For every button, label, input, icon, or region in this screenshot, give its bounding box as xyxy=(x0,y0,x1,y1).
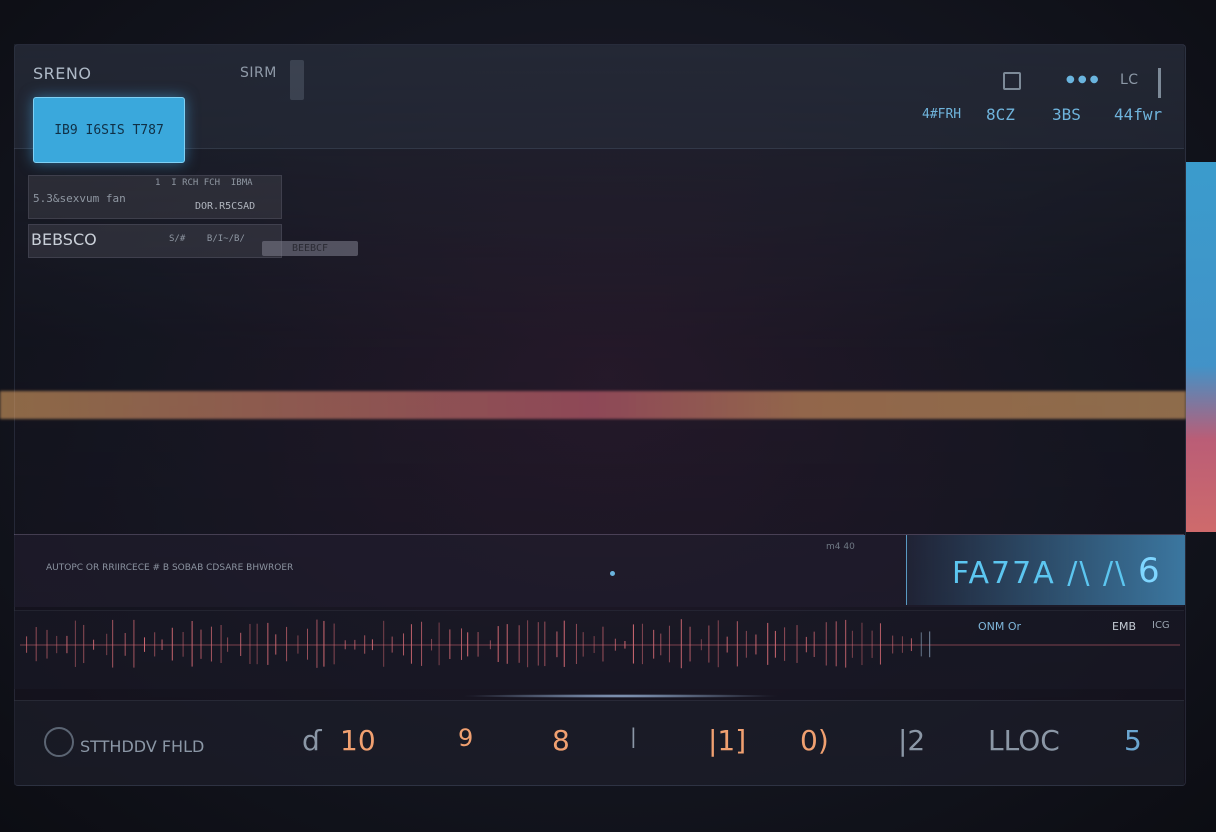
track-display-glyph: 6 xyxy=(1138,551,1160,591)
top-right-divider xyxy=(1158,68,1161,98)
transport-num-0: ɗ xyxy=(302,724,322,757)
overview-label-a: ONM Or xyxy=(978,620,1022,633)
stat-4: 44fwr xyxy=(1114,105,1163,124)
info-line1-left: 5.3&sexvum fan xyxy=(33,192,126,205)
record-circle-icon[interactable] xyxy=(44,727,74,757)
info-line2-left: BEBSCO xyxy=(31,230,97,249)
mode-toggle[interactable] xyxy=(290,60,304,100)
dots-icon[interactable]: ● ● ● xyxy=(1066,74,1099,85)
transport-num-7[interactable]: |2 xyxy=(898,724,925,757)
level-meter xyxy=(1186,162,1216,532)
glow-line xyxy=(460,694,780,698)
stat-1: 4#FRH xyxy=(922,107,962,122)
transport-num-4: | xyxy=(630,724,637,748)
top-right-label[interactable]: LC xyxy=(1120,72,1139,88)
info-line2-right: S/# B/I~/B/ xyxy=(169,234,245,244)
track-display-label: FA77A /\ /\ xyxy=(952,556,1128,591)
info-panel: 1 I RCH FCH IBMA 5.3&sexvum fan DOR.R5CS… xyxy=(28,175,282,219)
app-title: SRENO xyxy=(33,64,92,83)
transport-num-1[interactable]: 10 xyxy=(340,724,376,757)
info-line1-right-bottom: DOR.R5CSAD xyxy=(195,201,256,212)
stat-3: 3BS xyxy=(1052,105,1081,124)
track-info-mid: m4 40 xyxy=(826,542,855,552)
top-toolbar xyxy=(14,44,1184,149)
stat-2: 8CZ xyxy=(986,105,1015,124)
main-waveform[interactable] xyxy=(0,250,1186,540)
transport-num-6[interactable]: 0) xyxy=(800,724,829,757)
playhead-dot[interactable] xyxy=(610,571,615,576)
transport-num-9[interactable]: 5 xyxy=(1124,724,1142,757)
transport-left-label: STTHDDV FHLD xyxy=(80,737,205,756)
transport-num-2[interactable]: 9 xyxy=(458,724,473,752)
info-line1-right-top: 1 I RCH FCH IBMA xyxy=(155,178,253,188)
primary-button[interactable]: IB9 I6SIS T787 xyxy=(33,97,185,163)
transport-num-8[interactable]: LLOC xyxy=(988,724,1060,757)
track-info-text: AUTOPC OR RRIIRCECE # B SOBAB CDSARE BHW… xyxy=(46,563,294,573)
overview-label-c: ICG xyxy=(1152,620,1170,631)
speaker-icon[interactable] xyxy=(1003,72,1021,90)
mode-label: SIRM xyxy=(240,65,277,81)
overview-label-b: EMB xyxy=(1112,620,1136,633)
transport-num-5[interactable]: |1] xyxy=(708,724,746,757)
transport-num-3[interactable]: 8 xyxy=(552,724,570,757)
